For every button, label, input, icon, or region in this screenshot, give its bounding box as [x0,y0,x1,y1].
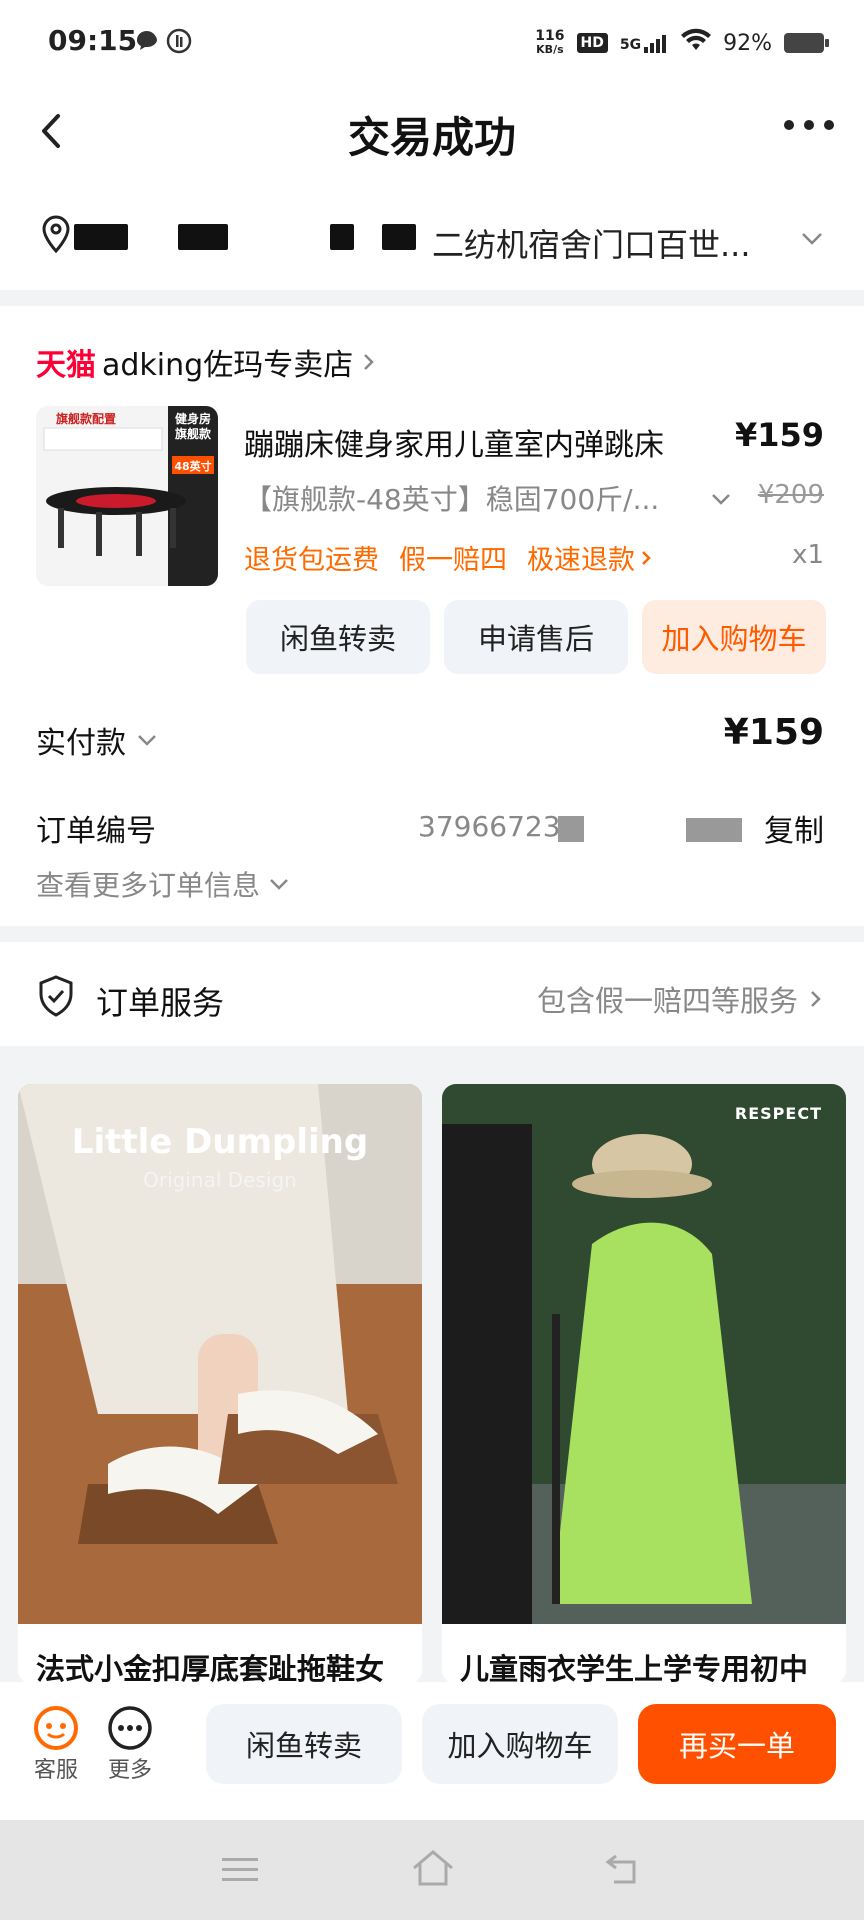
tag-free-return: 退货包运费 [244,545,379,576]
product-tags[interactable]: 退货包运费 假一赔四 极速退款 [244,538,655,577]
thumb-side-label: 健身房旗舰款 [174,412,211,441]
page-header: 交易成功 [0,84,864,180]
thumb-top-label: 旗舰款配置 [56,412,117,426]
home-icon[interactable] [410,1848,456,1892]
after-sale-button[interactable]: 申请售后 [444,600,628,674]
redacted-block [382,224,416,250]
page-title: 交易成功 [347,113,516,162]
paid-label: 实付款 [36,726,126,761]
signal-icon: 5G [620,33,669,53]
redacted-block [178,224,228,250]
shop-link[interactable]: 天猫 adking佐玛专卖店 [36,340,379,384]
resell-button[interactable]: 闲鱼转卖 [246,600,430,674]
service-info-text: 包含假一赔四等服务 [536,984,798,1018]
redacted-block [686,818,742,842]
address-row[interactable]: 二纺机宿舍门口百世... [0,180,864,290]
chevron-down-icon [710,488,732,514]
recommendation-card[interactable]: RESPECT 儿童雨衣学生上学专用初中 [442,1084,846,1684]
original-price: ¥209 [757,480,824,510]
hd-badge: HD [576,33,608,53]
product-quantity: x1 [792,540,824,570]
tag-fake-compensation: 假一赔四 [399,545,507,576]
paid-amount: ¥159 [723,712,824,753]
copy-order-button[interactable]: 复制 [764,806,824,850]
thumb-size-label: 48英寸 [174,460,212,473]
shield-check-icon [36,974,76,1018]
chevron-right-icon [811,991,821,1007]
order-number-label: 订单编号 [36,814,156,849]
recommendation-card[interactable]: Little Dumpling Original Design 法式小金扣厚底套… [18,1084,422,1684]
add-to-cart-button[interactable]: 加入购物车 [422,1704,618,1784]
service-label: 订单服务 [96,984,225,1022]
chevron-down-icon [800,226,824,250]
more-circle-icon [108,1706,152,1750]
customer-service-button[interactable]: 客服 [26,1704,86,1784]
order-number: 37966723 [418,810,561,843]
brand-subtext: Original Design [143,1168,297,1192]
product-sku[interactable]: 【旗舰款-48英寸】稳固700斤/... [244,478,659,518]
recommendation-title: 法式小金扣厚底套趾拖鞋女 [36,1652,385,1684]
status-right: 116 KB/s HD 5G 92% [535,28,829,58]
add-to-cart-button[interactable]: 加入购物车 [642,600,826,674]
chevron-down-icon [138,735,156,746]
net-unit: KB/s [536,43,564,56]
location-pin-icon [36,214,76,254]
net-speed: 116 [535,28,565,44]
shop-name: adking佐玛专卖店 [102,348,354,383]
product-price: ¥159 [734,416,824,454]
service-info: 包含假一赔四等服务 [537,978,824,1020]
app-status-icon [166,28,192,58]
customer-service-icon [34,1706,78,1750]
product-title[interactable]: 蹦蹦床健身家用儿童室内弹跳床 [244,420,664,464]
back-nav-icon[interactable] [604,1850,644,1892]
status-bar: 09:15 116 KB/s HD 5G 92% [0,0,864,84]
redacted-block [558,816,584,842]
chevron-down-icon [270,879,288,890]
redacted-block [330,224,354,250]
order-service-row[interactable]: 订单服务 包含假一赔四等服务 [0,942,864,1046]
redacted-block [74,224,128,250]
brand-text: Little Dumpling [71,1122,369,1162]
product-image [18,1084,422,1624]
product-image [442,1084,846,1624]
order-card: 天猫 adking佐玛专卖店 旗舰款配置 健身房旗舰款 48英寸 蹦蹦床健身家用… [0,306,864,926]
more-order-info[interactable]: 查看更多订单信息 [36,864,290,904]
tag-fast-refund-label: 极速退款 [527,545,635,576]
customer-service-label: 客服 [33,1758,78,1783]
chevron-right-icon [642,550,651,565]
more-order-info-label: 查看更多订单信息 [36,869,261,902]
more-menu-button[interactable] [784,120,834,130]
more-dot-icon [824,120,834,130]
battery-icon [784,33,829,53]
message-icon [134,28,160,58]
battery-text: 92% [723,30,772,56]
system-navigation-bar [0,1820,864,1920]
menu-icon[interactable] [220,1854,260,1890]
chevron-right-icon [364,354,374,370]
more-dot-icon [804,120,814,130]
more-options-label: 更多 [107,1758,152,1783]
buy-again-button[interactable]: 再买一单 [638,1704,836,1784]
bottom-action-bar: 客服 更多 闲鱼转卖 加入购物车 再买一单 [0,1682,864,1820]
product-thumbnail[interactable]: 旗舰款配置 健身房旗舰款 48英寸 [36,406,218,586]
address-text: 二纺机宿舍门口百世... [432,226,751,264]
tmall-badge: 天猫 [36,348,96,383]
paid-label-row[interactable]: 实付款 [36,718,158,762]
tag-fast-refund: 极速退款 [527,538,655,577]
resell-button[interactable]: 闲鱼转卖 [206,1704,402,1784]
signal-label: 5G [619,37,642,53]
more-options-button[interactable]: 更多 [100,1704,160,1784]
status-time: 09:15 [48,24,138,57]
recommendation-title: 儿童雨衣学生上学专用初中 [460,1652,809,1684]
wifi-icon [681,28,712,58]
more-dot-icon [784,120,794,130]
brand-text: RESPECT [734,1104,822,1123]
